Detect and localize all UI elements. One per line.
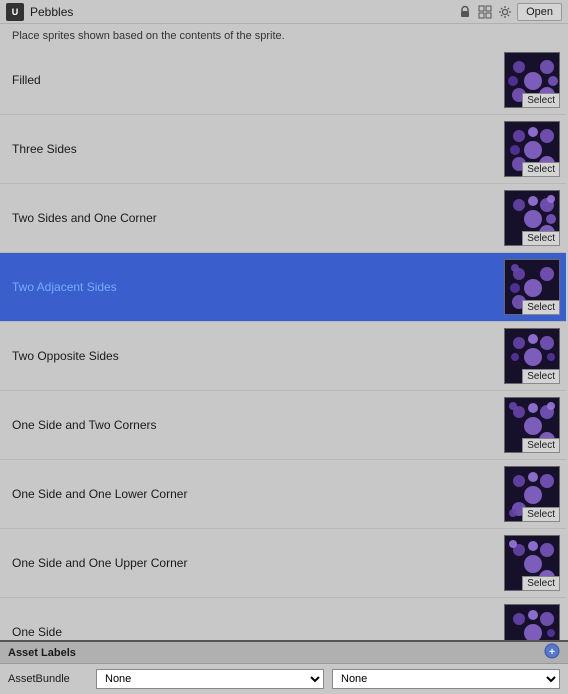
asset-label-icon: +: [544, 643, 560, 662]
row-label-one-side-one-upper-corner: One Side and One Upper Corner: [12, 556, 504, 570]
row-label-one-side: One Side: [12, 625, 504, 639]
subtitle-text: Place sprites shown based on the content…: [0, 24, 568, 46]
window-title: Pebbles: [30, 5, 73, 19]
row-label-three-sides: Three Sides: [12, 142, 504, 156]
select-button-two-opposite-sides[interactable]: Select: [522, 369, 560, 384]
thumbnail-container-two-opposite-sides: Select: [504, 328, 560, 384]
layout-icon[interactable]: [477, 4, 493, 20]
sprite-row-one-side[interactable]: One Side Select: [0, 598, 566, 640]
main-content: Filled SelectThree Sides SelectTwo Sides…: [0, 46, 568, 640]
select-button-one-side-two-corners[interactable]: Select: [522, 438, 560, 453]
row-label-two-adjacent-sides: Two Adjacent Sides: [12, 280, 504, 294]
thumbnail-container-one-side-one-lower-corner: Select: [504, 466, 560, 522]
thumbnail-container-one-side: Select: [504, 604, 560, 640]
row-label-filled: Filled: [12, 73, 504, 87]
unity-icon: U: [6, 3, 24, 21]
asset-bundle-row: AssetBundle None None: [0, 664, 568, 694]
select-button-one-side-one-upper-corner[interactable]: Select: [522, 576, 560, 591]
thumbnail-container-one-side-two-corners: Select: [504, 397, 560, 453]
select-button-filled[interactable]: Select: [522, 93, 560, 108]
row-label-one-side-two-corners: One Side and Two Corners: [12, 418, 504, 432]
row-label-two-opposite-sides: Two Opposite Sides: [12, 349, 504, 363]
asset-labels-header: Asset Labels +: [0, 642, 568, 664]
thumbnail-container-two-sides-one-corner: Select: [504, 190, 560, 246]
sprite-thumbnail-one-side: [504, 604, 560, 640]
thumbnail-container-three-sides: Select: [504, 121, 560, 177]
select-button-one-side-one-lower-corner[interactable]: Select: [522, 507, 560, 522]
lock-icon[interactable]: [457, 4, 473, 20]
sprite-row-one-side-one-upper-corner[interactable]: One Side and One Upper Corner Select: [0, 529, 566, 598]
thumbnail-container-one-side-one-upper-corner: Select: [504, 535, 560, 591]
title-bar: U Pebbles Open: [0, 0, 568, 24]
sprite-row-two-sides-one-corner[interactable]: Two Sides and One Corner Select: [0, 184, 566, 253]
sprite-row-two-adjacent-sides[interactable]: Two Adjacent Sides Select: [0, 253, 566, 322]
sprite-row-one-side-one-lower-corner[interactable]: One Side and One Lower Corner Select: [0, 460, 566, 529]
select-button-three-sides[interactable]: Select: [522, 162, 560, 177]
asset-bundle-select-1[interactable]: None: [96, 669, 324, 689]
svg-text:+: +: [549, 647, 555, 658]
thumbnail-container-two-adjacent-sides: Select: [504, 259, 560, 315]
scroll-area[interactable]: Filled SelectThree Sides SelectTwo Sides…: [0, 46, 568, 640]
asset-bundle-select-2[interactable]: None: [332, 669, 560, 689]
row-label-two-sides-one-corner: Two Sides and One Corner: [12, 211, 504, 225]
sprite-row-one-side-two-corners[interactable]: One Side and Two Corners Select: [0, 391, 566, 460]
title-bar-right: Open: [457, 3, 562, 21]
open-button[interactable]: Open: [517, 3, 562, 21]
gear-icon[interactable]: [497, 4, 513, 20]
select-button-two-adjacent-sides[interactable]: Select: [522, 300, 560, 315]
asset-bundle-label: AssetBundle: [8, 673, 88, 685]
row-label-one-side-one-lower-corner: One Side and One Lower Corner: [12, 487, 504, 501]
asset-labels-title: Asset Labels: [8, 647, 76, 659]
bottom-panel: Asset Labels + AssetBundle None None: [0, 640, 568, 692]
thumbnail-container-filled: Select: [504, 52, 560, 108]
sprite-row-two-opposite-sides[interactable]: Two Opposite Sides Select: [0, 322, 566, 391]
sprite-row-three-sides[interactable]: Three Sides Select: [0, 115, 566, 184]
select-button-two-sides-one-corner[interactable]: Select: [522, 231, 560, 246]
sprite-row-filled[interactable]: Filled Select: [0, 46, 566, 115]
title-bar-left: U Pebbles: [6, 3, 73, 21]
